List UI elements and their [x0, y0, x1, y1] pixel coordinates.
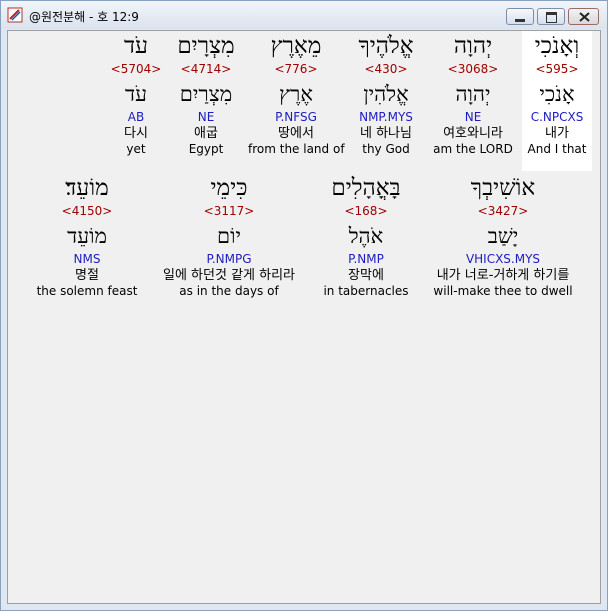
- title-bar[interactable]: @원전분해 - 호 12:9: [1, 1, 607, 29]
- app-icon: [7, 7, 23, 23]
- lemma-word: אֹהֶל: [348, 224, 384, 248]
- lemma-word: מִצְרַיִם: [179, 82, 233, 106]
- close-icon: [579, 12, 590, 22]
- korean-gloss: 명절: [75, 268, 99, 283]
- english-gloss: thy God: [362, 142, 410, 156]
- english-gloss: the solemn feast: [36, 284, 138, 298]
- morph-code: NE: [197, 110, 215, 124]
- lemma-word: אֶרֶץ: [279, 82, 313, 106]
- verse-analysis-panel: וְאָנֹכִי <595> אָנֹכִי C.NPCXS 내가 And I…: [7, 30, 601, 604]
- korean-gloss: 장막에: [348, 268, 384, 283]
- app-window: @원전분해 - 호 12:9 וְאָנֹכִי <595> אָנֹכִי C…: [0, 0, 608, 611]
- strong-number[interactable]: <168>: [316, 203, 416, 219]
- word-cell[interactable]: מִצְרָיִם <4714> מִצְרַיִם NE 애굽 Egypt: [166, 31, 246, 171]
- morph-code: P.NFSG: [275, 110, 317, 124]
- strong-number[interactable]: <5704>: [108, 61, 164, 77]
- hebrew-word: יְהוָה: [453, 33, 493, 59]
- strong-number[interactable]: <3068>: [428, 61, 518, 77]
- word-cell[interactable]: וְאָנֹכִי <595> אָנֹכִי C.NPCXS 내가 And I…: [522, 31, 592, 171]
- close-button[interactable]: [568, 8, 599, 25]
- morph-code: P.NMPG: [206, 252, 252, 266]
- strong-number[interactable]: <4714>: [166, 61, 246, 77]
- morph-code: VHICXS.MYS: [465, 252, 541, 266]
- lemma-word: עֹד: [125, 82, 147, 106]
- english-gloss: Egypt: [188, 142, 224, 156]
- strong-number[interactable]: <430>: [346, 61, 426, 77]
- hebrew-word: מוֹעֵד׃: [65, 175, 109, 201]
- word-cell[interactable]: עֹד <5704> עֹד AB 다시 yet: [108, 31, 164, 171]
- korean-gloss: 다시: [124, 126, 148, 141]
- english-gloss: yet: [126, 142, 146, 156]
- hebrew-word: עֹד: [123, 33, 149, 59]
- word-cell[interactable]: אֱלֹהֶיךָ <430> אֱלֹהִין NMP.MYS 네 하나님 t…: [346, 31, 426, 171]
- hebrew-word: כִּימֵי: [210, 175, 248, 201]
- hebrew-word: אוֹשִׁיבְךָ: [470, 175, 536, 201]
- word-cell[interactable]: אוֹשִׁיבְךָ <3427> יָשַׁב VHICXS.MYS 내가 …: [418, 173, 588, 313]
- lemma-word: יְהוָה: [455, 82, 491, 106]
- korean-gloss: 내가: [545, 126, 569, 141]
- lemma-word: מוֹעֵד: [67, 224, 107, 248]
- word-cell[interactable]: יְהוָה <3068> יְהוָה NE 여호와니라 am the LOR…: [428, 31, 518, 171]
- lemma-word: אָנֹכִי: [539, 82, 575, 106]
- strong-number[interactable]: <595>: [522, 61, 592, 77]
- strong-number[interactable]: <3117>: [144, 203, 314, 219]
- morph-code: NMS: [73, 252, 101, 266]
- morph-code: P.NMP: [348, 252, 384, 266]
- english-gloss: as in the days of: [179, 284, 279, 298]
- strong-number[interactable]: <4150>: [32, 203, 142, 219]
- word-cell[interactable]: מֵאֶרֶץ <776> אֶרֶץ P.NFSG 땅에서 from the …: [248, 31, 345, 171]
- morph-code: NMP.MYS: [359, 110, 413, 124]
- lemma-word: יָשַׁב: [487, 224, 519, 248]
- morph-code: AB: [127, 110, 145, 124]
- strong-number[interactable]: <3427>: [418, 203, 588, 219]
- korean-gloss: 여호와니라: [443, 126, 503, 141]
- strong-number[interactable]: <776>: [248, 61, 344, 77]
- english-gloss: in tabernacles: [323, 284, 409, 298]
- hebrew-word: מֵאֶרֶץ: [270, 33, 322, 59]
- korean-gloss: 네 하나님: [360, 126, 412, 141]
- minimize-button[interactable]: [506, 8, 534, 25]
- word-cell[interactable]: מוֹעֵד׃ <4150> מוֹעֵד NMS 명절 the solemn …: [32, 173, 142, 313]
- lemma-word: יוֹם: [217, 224, 241, 248]
- korean-gloss: 땅에서: [278, 126, 314, 141]
- morph-code: C.NPCXS: [530, 110, 584, 124]
- word-cell[interactable]: בָּאֳהָלִים <168> אֹהֶל P.NMP 장막에 in tab…: [316, 173, 416, 313]
- maximize-button[interactable]: [537, 8, 565, 25]
- english-gloss: will-make thee to dwell: [433, 284, 573, 298]
- korean-gloss: 내가 너로-거하게 하기를: [436, 268, 570, 283]
- hebrew-word: בָּאֳהָלִים: [331, 175, 401, 201]
- korean-gloss: 애굽: [194, 126, 218, 141]
- korean-gloss: 일에 하던것 같게 하리라: [163, 268, 295, 283]
- word-cell[interactable]: כִּימֵי <3117> יוֹם P.NMPG 일에 하던것 같게 하리라…: [144, 173, 314, 313]
- english-gloss: am the LORD: [433, 142, 513, 156]
- hebrew-word: מִצְרָיִם: [177, 33, 235, 59]
- morph-code: NE: [464, 110, 482, 124]
- hebrew-word: וְאָנֹכִי: [534, 33, 580, 59]
- english-gloss: from the land of: [248, 142, 345, 156]
- window-title: @원전분해 - 호 12:9: [29, 10, 139, 24]
- english-gloss: And I that: [527, 142, 587, 156]
- hebrew-word: אֱלֹהֶיךָ: [358, 33, 414, 59]
- lemma-word: אֱלֹהִין: [363, 82, 409, 106]
